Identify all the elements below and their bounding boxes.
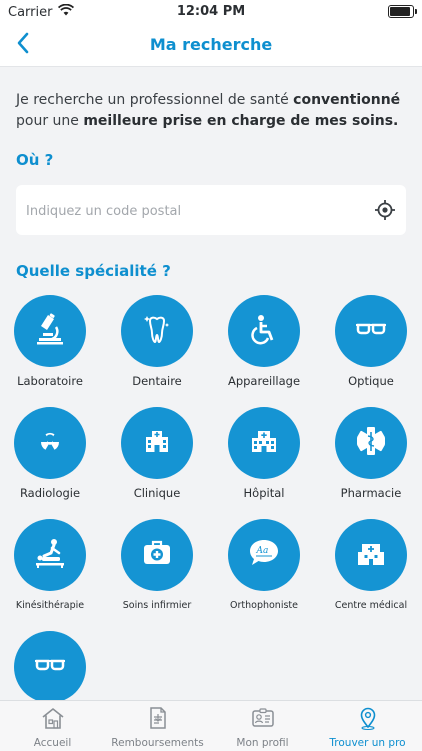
specialty-label: Radiologie	[19, 486, 81, 500]
medical-center-icon	[353, 535, 389, 575]
specialty-label: Pharmacie	[340, 486, 402, 500]
id-card-icon	[250, 708, 276, 735]
massage-icon	[32, 535, 68, 575]
specialty-label: Laboratoire	[17, 374, 83, 388]
intro-bold-prise-en-charge: meilleure prise en charge de mes soins.	[83, 113, 399, 129]
specialty-tile-optique-2[interactable]	[0, 631, 100, 710]
crosshair-icon	[374, 200, 396, 225]
specialty-tile-pharmacie[interactable]: Pharmacie	[321, 407, 421, 500]
specialty-circle	[121, 295, 193, 367]
specialty-label: Optique	[348, 374, 394, 388]
microscope-icon	[32, 311, 68, 351]
specialty-label: Appareillage	[227, 374, 301, 388]
specialty-tile-centre-medical[interactable]: Centre médical	[321, 519, 421, 611]
home-icon	[40, 708, 66, 735]
tab-accueil[interactable]: Accueil	[0, 705, 105, 749]
document-icon	[145, 707, 171, 735]
caduceus-icon	[353, 423, 389, 463]
specialty-tile-clinique[interactable]: Clinique	[107, 407, 207, 500]
tab-mon-profil[interactable]: Mon profil	[210, 705, 315, 749]
svg-text:Aa: Aa	[256, 546, 269, 556]
specialty-label: Centre médical	[334, 600, 408, 611]
intro-text: Je recherche un professionnel de santé c…	[16, 90, 408, 132]
specialty-tile-optique[interactable]: Optique	[321, 295, 421, 388]
specialty-circle	[335, 407, 407, 479]
glasses-icon	[32, 647, 68, 687]
specialty-label: Orthophoniste	[230, 600, 298, 611]
specialty-tile-orthophoniste[interactable]: Aa Orthophoniste	[214, 519, 314, 611]
specialty-tile-dentaire[interactable]: Dentaire	[107, 295, 207, 388]
specialty-tile-kinesitherapie[interactable]: Kinésithérapie	[0, 519, 100, 611]
specialty-label: Clinique	[133, 486, 181, 500]
postal-code-input[interactable]	[24, 185, 368, 237]
specialty-tile-hopital[interactable]: Hôpital	[214, 407, 314, 500]
glasses-icon	[353, 311, 389, 351]
tooth-icon	[139, 311, 175, 351]
specialty-tile-laboratoire[interactable]: Laboratoire	[0, 295, 100, 388]
tab-remboursements[interactable]: Remboursements	[105, 705, 210, 749]
specialty-tile-appareillage[interactable]: Appareillage	[214, 295, 314, 388]
specialty-label: Soins infirmier	[122, 600, 192, 611]
tab-bar: Accueil Remboursements Mon profil Trouve…	[0, 700, 422, 751]
location-pin-icon	[355, 707, 381, 735]
specialty-circle	[14, 295, 86, 367]
hospital-icon	[246, 423, 282, 463]
specialty-label: Hôpital	[243, 486, 285, 500]
geolocate-button[interactable]	[374, 199, 396, 221]
status-bar: Carrier 12:04 PM	[0, 0, 422, 24]
page-title: Ma recherche	[149, 35, 273, 54]
intro-part1: Je recherche un professionnel de santé	[16, 92, 294, 108]
speech-bubble-icon: Aa	[246, 535, 282, 575]
tab-label: Trouver un pro	[329, 737, 406, 749]
hospital-building-icon	[139, 423, 175, 463]
specialty-circle	[14, 407, 86, 479]
wheelchair-icon	[246, 311, 282, 351]
specialty-label: Dentaire	[132, 374, 182, 388]
specialty-circle	[228, 407, 300, 479]
tab-label: Remboursements	[111, 737, 204, 749]
specialty-circle	[121, 407, 193, 479]
battery-icon	[388, 5, 417, 18]
navigation-bar: Ma recherche	[0, 24, 422, 67]
intro-part2: pour une	[16, 113, 84, 129]
specialty-circle	[335, 519, 407, 591]
first-aid-kit-icon	[139, 535, 175, 575]
postal-code-box	[16, 185, 406, 237]
specialty-circle	[335, 295, 407, 367]
tab-label: Accueil	[33, 737, 72, 749]
radiation-icon	[32, 423, 68, 463]
location-title: Où ?	[16, 151, 54, 169]
specialty-label: Kinésithérapie	[15, 600, 85, 611]
specialty-circle: Aa	[228, 519, 300, 591]
specialty-circle	[14, 631, 86, 703]
tab-label: Mon profil	[236, 737, 289, 749]
status-time: 12:04 PM	[176, 4, 246, 19]
specialty-title: Quelle spécialité ?	[16, 262, 171, 280]
specialty-tile-radiologie[interactable]: Radiologie	[0, 407, 100, 500]
specialty-tile-soins-infirmier[interactable]: Soins infirmier	[107, 519, 207, 611]
specialty-circle	[14, 519, 86, 591]
specialty-circle	[121, 519, 193, 591]
tab-trouver-un-pro[interactable]: Trouver un pro	[315, 705, 420, 749]
intro-bold-conventionne: conventionné	[293, 92, 401, 108]
specialty-circle	[228, 295, 300, 367]
